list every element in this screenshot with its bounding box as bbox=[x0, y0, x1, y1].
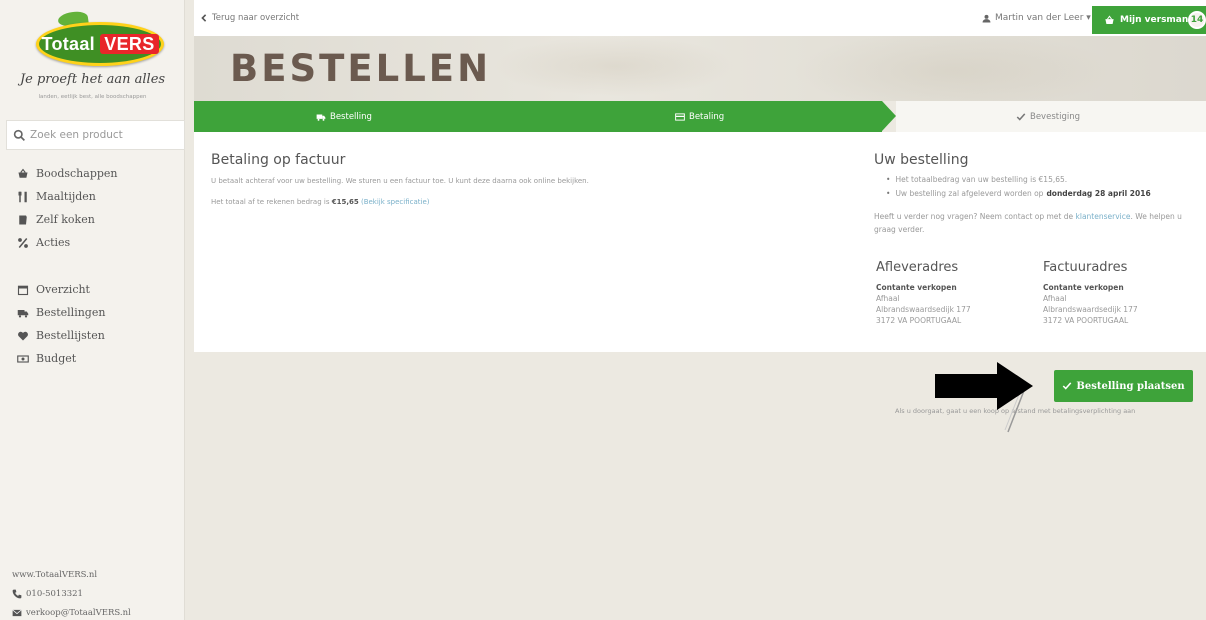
sidebar-item-bestellijsten[interactable]: Bestellijsten bbox=[16, 324, 105, 347]
logo-subline: landen, eetlijk best, alle boodschappen bbox=[38, 94, 147, 100]
phone-link[interactable]: 010-5013321 bbox=[12, 584, 131, 603]
back-to-overview-link[interactable]: Terug naar overzicht bbox=[200, 13, 299, 23]
brand-logo[interactable]: Totaal VERS Je proeft het aan alles land… bbox=[0, 0, 185, 118]
sidebar-item-label: Overzicht bbox=[36, 283, 90, 296]
sidebar-item-label: Boodschappen bbox=[36, 167, 118, 180]
place-order-button[interactable]: Bestelling plaatsen bbox=[1054, 370, 1193, 402]
page-title: BESTELLEN bbox=[230, 47, 492, 90]
cart-button[interactable]: Mijn versmand 14 bbox=[1092, 6, 1206, 34]
list-item: Het totaalbedrag van uw bestelling is €1… bbox=[886, 172, 1151, 186]
heart-icon bbox=[16, 329, 30, 343]
cart-count-badge: 14 bbox=[1188, 11, 1206, 29]
checkout-panel: Betaling op factuur U betaalt achteraf v… bbox=[194, 132, 1206, 352]
step-bestelling[interactable]: Bestelling bbox=[316, 101, 372, 132]
address-line: Afhaal bbox=[1043, 294, 1067, 303]
address-name: Contante verkopen bbox=[1043, 283, 1124, 292]
page-hero: BESTELLEN bbox=[194, 36, 1206, 101]
view-specification-link[interactable]: (Bekijk specificatie) bbox=[361, 198, 430, 206]
sidebar-item-label: Bestellijsten bbox=[36, 329, 105, 342]
payment-description: U betaalt achteraf voor uw bestelling. W… bbox=[211, 177, 589, 185]
invoice-address-title: Factuuradres bbox=[1043, 260, 1128, 275]
sidebar-item-label: Bestellingen bbox=[36, 306, 106, 319]
money-icon bbox=[16, 352, 30, 366]
delivery-address: Afleveradres Contante verkopen Afhaal Al… bbox=[876, 260, 1026, 327]
step-betaling: Betaling bbox=[675, 101, 724, 132]
logo-tagline: Je proeft het aan alles bbox=[19, 72, 166, 87]
basket-icon bbox=[1105, 15, 1114, 24]
sidebar-item-overzicht[interactable]: Overzicht bbox=[16, 278, 105, 301]
truck-icon bbox=[16, 306, 30, 320]
website-link[interactable]: www.TotaalVERS.nl bbox=[12, 565, 131, 584]
address-name: Contante verkopen bbox=[876, 283, 957, 292]
percent-icon bbox=[16, 236, 30, 250]
check-icon bbox=[1063, 382, 1072, 390]
calendar-icon bbox=[16, 283, 30, 297]
book-icon bbox=[16, 213, 30, 227]
sidebar-item-budget[interactable]: Budget bbox=[16, 347, 105, 370]
search-placeholder: Zoek een product bbox=[30, 129, 123, 141]
basket-icon bbox=[16, 167, 30, 181]
user-menu[interactable]: Martin van der Leer ▾ bbox=[982, 0, 1091, 36]
logo-text-vers: VERS bbox=[100, 34, 159, 54]
checkout-steps: Bestelling Betaling Bevestiging bbox=[194, 101, 1206, 132]
address-line: Albrandswaardsedijk 177 bbox=[1043, 305, 1138, 314]
sidebar: Totaal VERS Je proeft het aan alles land… bbox=[0, 0, 185, 620]
invoice-address: Factuuradres Contante verkopen Afhaal Al… bbox=[1043, 260, 1193, 327]
list-item: Uw bestelling zal afgeleverd worden op d… bbox=[886, 186, 1151, 200]
email-link[interactable]: verkoop@TotaalVERS.nl bbox=[12, 603, 131, 620]
cutlery-icon bbox=[16, 190, 30, 204]
envelope-icon bbox=[12, 609, 22, 616]
search-input[interactable]: Zoek een product bbox=[6, 120, 185, 150]
chevron-left-icon bbox=[201, 14, 207, 22]
main-nav: Boodschappen Maaltijden Zelf koken Actie… bbox=[16, 162, 118, 254]
sidebar-item-bestellingen[interactable]: Bestellingen bbox=[16, 301, 105, 324]
user-icon bbox=[982, 14, 991, 22]
contact-info: www.TotaalVERS.nl 010-5013321 verkoop@To… bbox=[12, 565, 131, 620]
check-icon bbox=[1016, 112, 1026, 121]
delivery-date: donderdag 28 april 2016 bbox=[1046, 188, 1151, 198]
sidebar-item-label: Zelf koken bbox=[36, 213, 95, 226]
sidebar-item-label: Maaltijden bbox=[36, 190, 96, 203]
search-icon bbox=[13, 129, 25, 141]
order-summary-list: Het totaalbedrag van uw bestelling is €1… bbox=[886, 172, 1151, 200]
sidebar-item-maaltijden[interactable]: Maaltijden bbox=[16, 185, 118, 208]
step-bevestiging: Bevestiging bbox=[1016, 101, 1080, 132]
order-help-text: Heeft u verder nog vragen? Neem contact … bbox=[874, 212, 1182, 234]
sidebar-item-acties[interactable]: Acties bbox=[16, 231, 118, 254]
address-line: 3172 VA POORTUGAAL bbox=[876, 316, 962, 325]
truck-icon bbox=[316, 114, 326, 121]
logo-badge: Totaal VERS bbox=[36, 22, 164, 66]
total-amount: €15,65 bbox=[331, 198, 359, 206]
payment-title: Betaling op factuur bbox=[211, 152, 346, 168]
address-line: Albrandswaardsedijk 177 bbox=[876, 305, 971, 314]
arrow-annotation-icon bbox=[935, 362, 1033, 433]
credit-card-icon bbox=[675, 112, 685, 121]
account-nav: Overzicht Bestellingen Bestellijsten Bud… bbox=[16, 278, 105, 370]
sidebar-item-label: Acties bbox=[36, 236, 71, 249]
address-line: 3172 VA POORTUGAAL bbox=[1043, 316, 1129, 325]
order-summary-title: Uw bestelling bbox=[874, 152, 969, 168]
sidebar-item-label: Budget bbox=[36, 352, 77, 365]
customer-service-link[interactable]: klantenservice bbox=[1076, 212, 1131, 221]
sidebar-item-boodschappen[interactable]: Boodschappen bbox=[16, 162, 118, 185]
phone-icon bbox=[12, 589, 22, 598]
payment-total: Het totaal af te rekenen bedrag is €15,6… bbox=[211, 198, 430, 206]
logo-text-totaal: Totaal bbox=[41, 34, 95, 54]
delivery-address-title: Afleveradres bbox=[876, 260, 959, 275]
sidebar-item-zelf-koken[interactable]: Zelf koken bbox=[16, 208, 118, 231]
top-bar: Terug naar overzicht Martin van der Leer… bbox=[194, 0, 1206, 36]
address-line: Afhaal bbox=[876, 294, 900, 303]
